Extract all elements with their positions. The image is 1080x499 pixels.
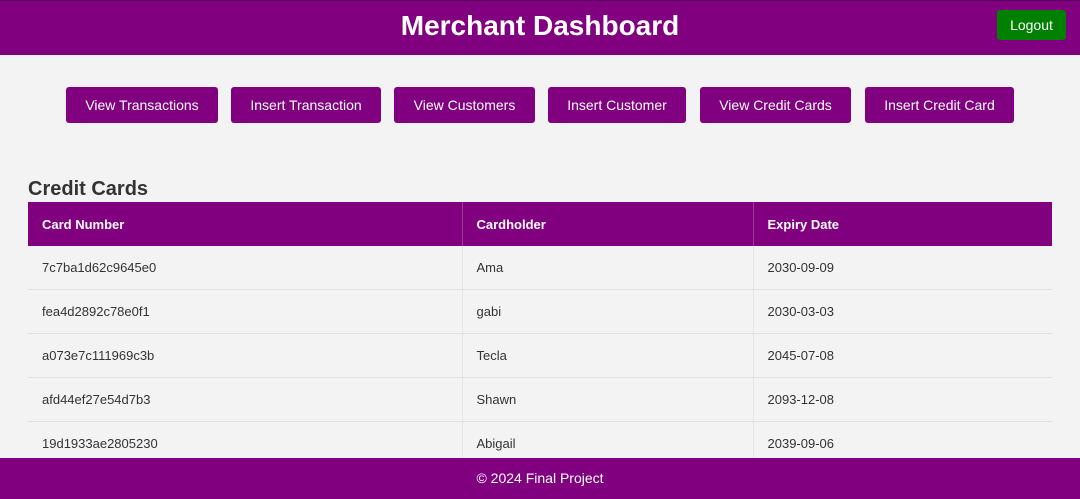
table-header-row: Card Number Cardholder Expiry Date [28, 202, 1052, 246]
view-credit-cards-button[interactable]: View Credit Cards [700, 87, 851, 123]
page-title: Merchant Dashboard [400, 10, 680, 41]
table-row: fea4d2892c78e0f1 gabi 2030-03-03 [28, 289, 1052, 334]
cardholder-cell: Shawn [462, 377, 754, 422]
card-number-cell: a073e7c111969c3b [28, 333, 463, 378]
column-header-expiry-date: Expiry Date [753, 202, 1052, 246]
footer-text: © 2024 Final Project [476, 470, 604, 486]
insert-customer-button[interactable]: Insert Customer [548, 87, 686, 123]
view-customers-button[interactable]: View Customers [394, 87, 535, 123]
footer-bar: © 2024 Final Project [0, 458, 1080, 499]
header-bar: Merchant Dashboard Logout [0, 0, 1080, 55]
card-number-cell: 7c7ba1d62c9645e0 [28, 246, 463, 290]
action-nav: View Transactions Insert Transaction Vie… [0, 87, 1080, 123]
expiry-date-cell: 2030-09-09 [753, 246, 1052, 290]
table-row: afd44ef27e54d7b3 Shawn 2093-12-08 [28, 377, 1052, 422]
credit-cards-table-container: Card Number Cardholder Expiry Date 7c7ba… [28, 202, 1052, 466]
cardholder-cell: gabi [462, 289, 754, 334]
logout-button[interactable]: Logout [997, 10, 1066, 40]
expiry-date-cell: 2030-03-03 [753, 289, 1052, 334]
cardholder-cell: Tecla [462, 333, 754, 378]
credit-cards-table: Card Number Cardholder Expiry Date 7c7ba… [28, 202, 1052, 466]
section-title: Credit Cards [28, 178, 149, 200]
column-header-cardholder: Cardholder [462, 202, 754, 246]
table-row: a073e7c111969c3b Tecla 2045-07-08 [28, 333, 1052, 378]
column-header-card-number: Card Number [28, 202, 463, 246]
card-number-cell: afd44ef27e54d7b3 [28, 377, 463, 422]
insert-credit-card-button[interactable]: Insert Credit Card [865, 87, 1014, 123]
cardholder-cell: Ama [462, 246, 754, 290]
card-number-cell: fea4d2892c78e0f1 [28, 289, 463, 334]
table-row: 7c7ba1d62c9645e0 Ama 2030-09-09 [28, 246, 1052, 290]
expiry-date-cell: 2045-07-08 [753, 333, 1052, 378]
insert-transaction-button[interactable]: Insert Transaction [231, 87, 381, 123]
view-transactions-button[interactable]: View Transactions [66, 87, 218, 123]
expiry-date-cell: 2093-12-08 [753, 377, 1052, 422]
